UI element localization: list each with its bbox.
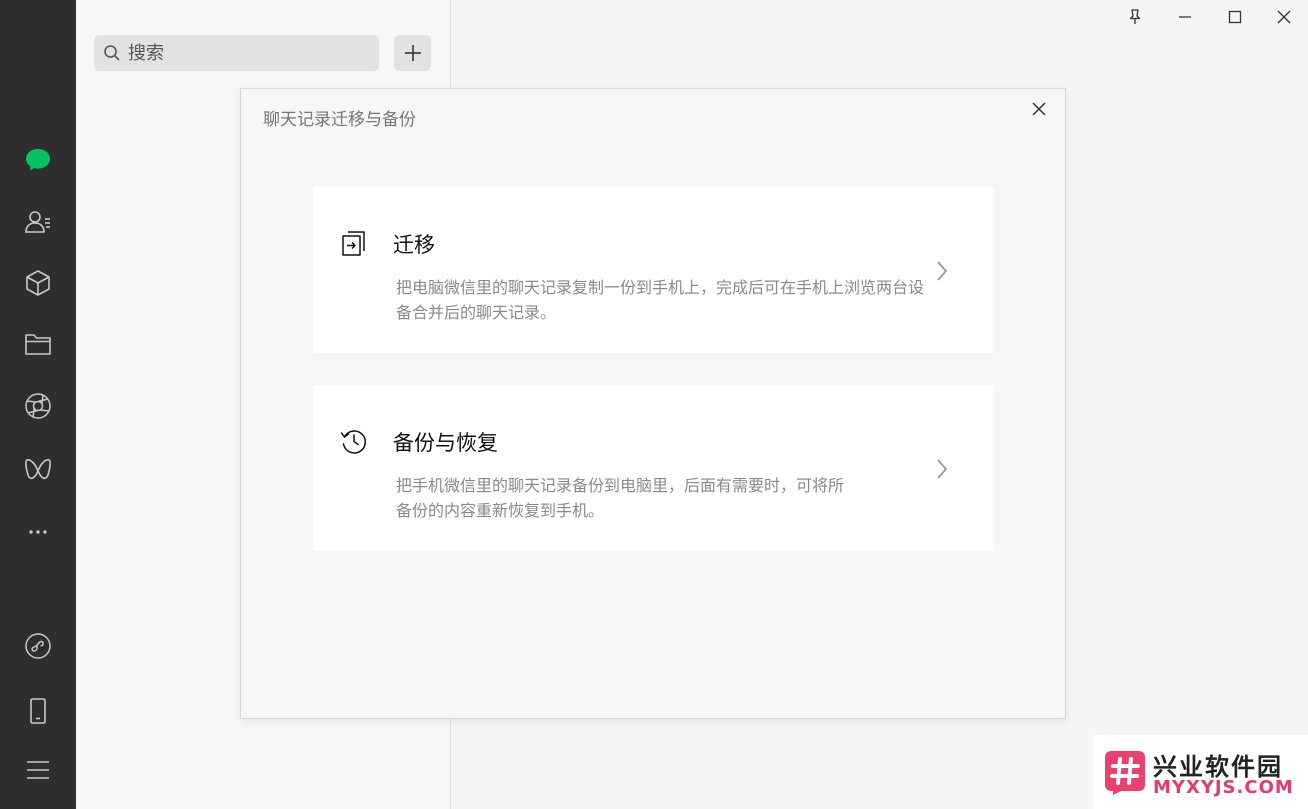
butterfly-icon (25, 459, 51, 480)
backup-restore-option[interactable]: 备份与恢复 把手机微信里的聊天记录备份到电脑里，后面有需要时，可将所备份的内容重… (313, 385, 994, 551)
migrate-option[interactable]: 迁移 把电脑微信里的聊天记录复制一份到手机上，完成后可在手机上浏览两台设备合并后… (313, 187, 994, 353)
nav-sidebar (0, 0, 76, 809)
plus-icon (404, 45, 421, 61)
phone-icon (30, 698, 46, 724)
pin-button[interactable] (1118, 4, 1152, 30)
chat-bubble-icon (26, 149, 50, 171)
migrate-title: 迁移 (393, 233, 435, 257)
aperture-icon (25, 393, 51, 419)
search-icon (104, 45, 120, 61)
watermark-domain: MYXYJS.COM (1153, 777, 1294, 798)
nav-item-settings[interactable] (16, 748, 60, 792)
contacts-icon (25, 211, 50, 233)
folder-icon (25, 334, 51, 355)
migrate-description: 把电脑微信里的聊天记录复制一份到手机上，完成后可在手机上浏览两台设备合并后的聊天… (396, 278, 925, 322)
nav-item-files[interactable] (16, 322, 60, 366)
add-button[interactable] (394, 35, 431, 71)
close-window-button[interactable] (1267, 4, 1301, 30)
nav-item-more[interactable] (16, 510, 60, 554)
chevron-right-icon (937, 261, 948, 281)
more-dots-icon (29, 530, 47, 534)
nav-item-favorites[interactable] (16, 261, 60, 305)
maximize-icon (1228, 10, 1242, 24)
nav-item-moments[interactable] (16, 384, 60, 428)
minimize-button[interactable] (1168, 4, 1202, 30)
nav-item-contacts[interactable] (16, 200, 60, 244)
close-icon (1032, 102, 1046, 116)
nav-item-mini-programs[interactable] (16, 624, 60, 668)
watermark-logo: 兴业软件园 MYXYJS.COM (1093, 735, 1308, 809)
chevron-right-icon (937, 459, 948, 479)
close-icon (1277, 10, 1291, 24)
cube-icon (26, 270, 50, 296)
dialog-title: 聊天记录迁移与备份 (263, 110, 416, 130)
search-box[interactable] (94, 35, 379, 71)
pin-icon (1129, 9, 1141, 24)
nav-item-chats[interactable] (16, 138, 60, 182)
minimize-icon (1179, 16, 1191, 18)
nav-item-phone[interactable] (16, 689, 60, 733)
history-icon (340, 430, 367, 454)
dialog-close-button[interactable] (1027, 97, 1051, 121)
hash-logo-icon (1105, 751, 1145, 795)
menu-icon (27, 761, 49, 779)
chat-migration-dialog: 聊天记录迁移与备份 迁移 把电脑微信里的聊天记录复制一份到手机上，完成后可在手机… (240, 88, 1066, 719)
maximize-button[interactable] (1218, 4, 1252, 30)
search-input[interactable] (128, 42, 368, 64)
nav-item-channels[interactable] (16, 448, 60, 492)
backup-restore-title: 备份与恢复 (393, 431, 498, 455)
mini-program-icon (25, 633, 51, 659)
backup-restore-description: 把手机微信里的聊天记录备份到电脑里，后面有需要时，可将所备份的内容重新恢复到手机… (396, 476, 845, 520)
migrate-icon (342, 231, 365, 256)
